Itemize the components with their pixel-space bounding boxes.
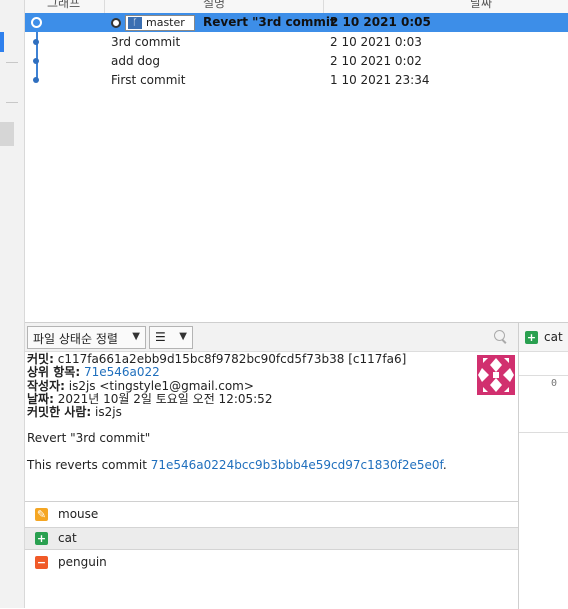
column-header-date[interactable]: 날짜 xyxy=(470,0,492,11)
sidebar-active-indicator xyxy=(0,32,4,52)
details-toolbar: 파일 상태순 정렬 ▼ ☰ ▼ xyxy=(25,323,518,352)
added-file-icon: + xyxy=(525,331,538,344)
author-line: 작성자: is2js <tingstyle1@gmail.com> xyxy=(27,378,254,393)
left-sidebar-strip xyxy=(0,0,25,608)
modified-file-icon: ✎ xyxy=(35,508,48,521)
commit-body: This reverts commit 71e546a0224bcc9b3bbb… xyxy=(27,457,447,472)
column-separator[interactable] xyxy=(104,0,105,13)
author-avatar xyxy=(477,355,515,395)
commit-row[interactable]: First commit 1 10 2021 23:34 xyxy=(25,71,568,90)
sidebar-divider xyxy=(6,62,18,63)
diff-hunk: 0 xyxy=(519,375,568,433)
file-list-item[interactable]: − penguin xyxy=(25,552,518,574)
head-indicator-icon xyxy=(111,18,121,28)
sidebar-selected-item[interactable] xyxy=(0,122,14,146)
branch-label: master xyxy=(146,16,185,29)
removed-file-icon: − xyxy=(35,556,48,569)
parent-line: 상위 항목: 71e546a022 xyxy=(27,365,160,380)
commit-description: Revert "3rd commit xyxy=(203,15,336,29)
sort-dropdown[interactable]: 파일 상태순 정렬 ▼ xyxy=(27,326,146,349)
committer-line: 커밋한 사람: is2js xyxy=(27,405,122,420)
file-list-item[interactable]: ✎ mouse xyxy=(25,504,518,526)
commit-row[interactable]: ᚴ master Revert "3rd commit 2 10 2021 0:… xyxy=(25,13,568,32)
reverted-commit-link[interactable]: 71e546a0224bcc9b3bbb4e59cd97c1830f2e5e0f xyxy=(151,458,443,472)
date-value: 2021년 10월 2일 토요일 오전 12:05:52 xyxy=(57,391,273,406)
branch-icon: ᚴ xyxy=(128,17,142,29)
sidebar-divider xyxy=(6,102,18,103)
commit-row[interactable]: add dog 2 10 2021 0:02 xyxy=(25,52,568,71)
commit-date: 2 10 2021 0:03 xyxy=(330,35,422,49)
commit-description: 3rd commit xyxy=(111,35,181,49)
file-list-item[interactable]: + cat xyxy=(25,527,518,550)
commit-details-pane: 파일 상태순 정렬 ▼ ☰ ▼ 커밋: c117fa661a2ebb9d15bc… xyxy=(25,322,568,609)
commit-node-icon xyxy=(33,77,39,83)
search-icon[interactable] xyxy=(494,330,505,341)
file-name: cat xyxy=(58,531,77,545)
commit-message: Revert "3rd commit" xyxy=(27,431,151,446)
diff-file-title: cat xyxy=(544,330,563,344)
view-mode-dropdown[interactable]: ☰ ▼ xyxy=(149,326,193,349)
commit-date: 2 10 2021 0:05 xyxy=(330,15,431,29)
commit-node-icon xyxy=(33,58,39,64)
committer-value: is2js xyxy=(95,405,122,420)
file-list-divider xyxy=(25,501,518,502)
author-value: is2js <tingstyle1@gmail.com> xyxy=(68,378,254,393)
commit-description: add dog xyxy=(111,54,160,68)
file-name: penguin xyxy=(58,555,107,569)
sort-dropdown-label: 파일 상태순 정렬 xyxy=(33,332,118,346)
diff-header: + cat xyxy=(519,323,568,352)
column-separator[interactable] xyxy=(323,0,324,13)
branch-tag[interactable]: ᚴ master xyxy=(125,15,195,31)
commit-description: First commit xyxy=(111,73,186,87)
column-header-graph[interactable]: 그래프 xyxy=(47,0,80,11)
parent-hash-link[interactable]: 71e546a022 xyxy=(84,365,160,379)
commit-date: 2 10 2021 0:02 xyxy=(330,54,422,68)
chevron-down-icon: ▼ xyxy=(132,331,140,342)
commit-date: 1 10 2021 23:34 xyxy=(330,73,430,87)
diff-panel: + cat 0 xyxy=(518,323,568,609)
commit-node-icon xyxy=(33,39,39,45)
added-file-icon: + xyxy=(35,532,48,545)
file-name: mouse xyxy=(58,507,99,521)
diff-line-number: 0 xyxy=(551,378,558,389)
chevron-down-icon: ▼ xyxy=(179,331,187,342)
commit-info: 커밋: c117fa661a2ebb9d15bc8f9782bc90fcd5f7… xyxy=(27,352,515,472)
commit-list-header: 그래프 설명 날짜 xyxy=(25,0,568,14)
commit-hash: c117fa661a2ebb9d15bc8f9782bc90fcd5f73b38… xyxy=(57,352,407,366)
column-header-description[interactable]: 설명 xyxy=(203,0,225,11)
list-view-icon: ☰ xyxy=(155,330,166,344)
commit-node-icon xyxy=(31,17,42,28)
commit-row[interactable]: 3rd commit 2 10 2021 0:03 xyxy=(25,33,568,52)
